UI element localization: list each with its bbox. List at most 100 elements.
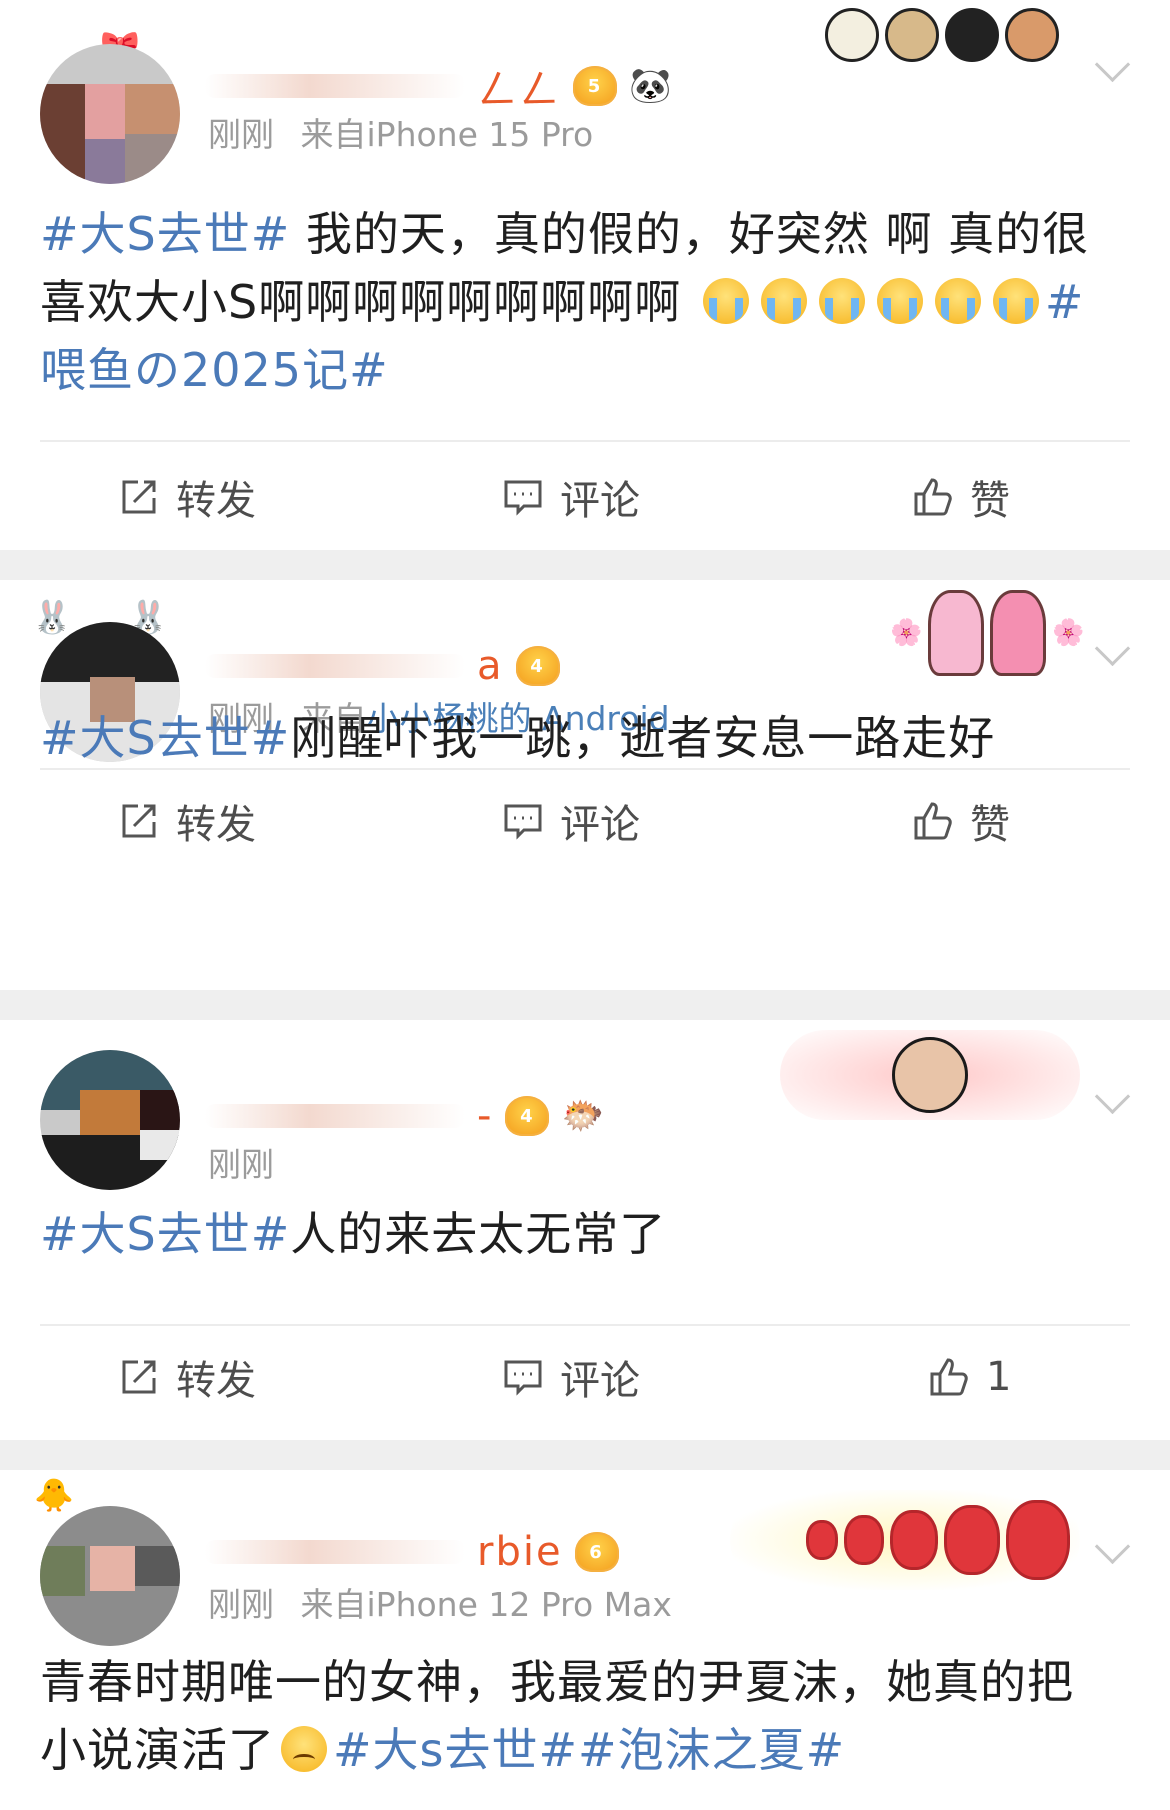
- matryoshka-doll-icon: [944, 1505, 1000, 1575]
- comment-icon: [504, 480, 542, 516]
- crying-emoji-icon: [992, 278, 1039, 324]
- action-bar: 转发 评论 1: [0, 1332, 1170, 1422]
- repost-button[interactable]: 转发: [118, 776, 256, 866]
- like-count: 1: [986, 1354, 1012, 1400]
- repost-button[interactable]: 转发: [118, 1332, 256, 1422]
- post-card: 🎀 ㄥㄥ 5 🐼 刚刚 来自iPhone 15 Pro #大S去世# 我的天，真…: [0, 0, 1170, 550]
- thumbs-up-icon: [930, 1358, 968, 1396]
- chevron-down-icon[interactable]: [1094, 1078, 1131, 1115]
- username-text: -: [477, 1093, 494, 1139]
- repost-button[interactable]: 转发: [118, 452, 256, 542]
- chevron-down-icon[interactable]: [1094, 630, 1131, 667]
- repost-icon: [122, 480, 156, 514]
- repost-icon: [122, 1360, 156, 1394]
- username-redacted: [205, 1540, 465, 1564]
- divider: [40, 1324, 1130, 1326]
- username[interactable]: rbie 6: [205, 1528, 619, 1576]
- username-text: rbie: [477, 1529, 563, 1575]
- post-time: 刚刚: [208, 115, 274, 154]
- like-button[interactable]: 赞: [912, 452, 1010, 542]
- post-meta: 刚刚 来自iPhone 15 Pro: [208, 108, 593, 156]
- action-bar: 转发 评论 赞: [0, 452, 1170, 542]
- hashtag-link[interactable]: #大S去世#: [40, 207, 290, 261]
- chevron-down-icon[interactable]: [1094, 1528, 1131, 1565]
- thumbs-up-icon: [914, 478, 952, 516]
- like-label: 赞: [970, 802, 1010, 848]
- post-via: 来自: [300, 1585, 367, 1624]
- comment-button[interactable]: 评论: [502, 776, 640, 866]
- like-button[interactable]: 赞: [912, 776, 1010, 866]
- divider: [40, 768, 1130, 770]
- decoration-sticker: 🌸 🌸: [890, 590, 1085, 676]
- username[interactable]: a 4: [205, 642, 560, 690]
- username-text: ㄥㄥ: [477, 67, 561, 113]
- thumbs-up-icon: [914, 802, 952, 840]
- username-redacted: [205, 1104, 465, 1128]
- weibo-comment-feed: 🎀 ㄥㄥ 5 🐼 刚刚 来自iPhone 15 Pro #大S去世# 我的天，真…: [0, 0, 1170, 1810]
- comment-button[interactable]: 评论: [502, 452, 640, 542]
- anime-face-icon: [885, 8, 939, 62]
- post-content: #大S去世# 我的天，真的假的，好突然 啊 真的很喜欢大小S啊啊啊啊啊啊啊啊啊 …: [40, 200, 1120, 404]
- post-separator: [0, 1440, 1170, 1470]
- post-time: 刚刚: [208, 1585, 274, 1624]
- username-redacted: [205, 654, 465, 678]
- kimono-girl-icon: [928, 590, 985, 676]
- post-content: #大S去世#人的来去太无常了: [40, 1200, 1120, 1268]
- repost-label: 转发: [176, 1358, 256, 1404]
- post-device: iPhone 15 Pro: [366, 115, 594, 154]
- kimono-girl-icon: [990, 590, 1047, 676]
- anime-face-icon: [1005, 8, 1059, 62]
- crying-emoji-icon: [818, 278, 865, 324]
- matryoshka-doll-icon: [890, 1510, 938, 1570]
- chevron-down-icon[interactable]: [1094, 46, 1131, 83]
- comment-label: 评论: [560, 478, 640, 524]
- comment-label: 评论: [560, 802, 640, 848]
- anime-face-icon: [945, 8, 999, 62]
- post-card: 🐰 🐰 a 4 刚刚 来自小小杨桃的 Android 🌸 🌸 #大S去世#刚醒吓…: [0, 580, 1170, 990]
- crying-emoji-icon: [876, 278, 923, 324]
- action-bar: 转发 评论 赞: [0, 776, 1170, 866]
- repost-label: 转发: [176, 478, 256, 524]
- matryoshka-doll-icon: [806, 1520, 838, 1560]
- avatar[interactable]: [40, 44, 180, 184]
- crying-emoji-icon: [702, 278, 749, 324]
- hashtag-link[interactable]: #大S去世#: [40, 1207, 290, 1261]
- post-card: - 4 🐡 刚刚 #大S去世#人的来去太无常了 转发 评论 1: [0, 1020, 1170, 1420]
- comment-button[interactable]: 评论: [502, 1332, 640, 1422]
- hashtag-link[interactable]: #大s去世##泡沫之夏#: [333, 1723, 845, 1777]
- crying-emoji-icon: [760, 278, 807, 324]
- post-content: 青春时期唯一的女神，我最爱的尹夏沫，她真的把小说演活了 #大s去世##泡沫之夏#: [40, 1648, 1120, 1784]
- repost-icon: [122, 804, 156, 838]
- pufferfish-icon: 🐡: [561, 1096, 606, 1136]
- username[interactable]: - 4 🐡: [205, 1092, 606, 1140]
- hashtag-link[interactable]: #大S去世#: [40, 711, 290, 765]
- post-card: 🐥 rbie 6 刚刚 来自iPhone 12 Pro Max 青春时期唯一的女…: [0, 1470, 1170, 1810]
- avatar[interactable]: [40, 1506, 180, 1646]
- post-separator: [0, 990, 1170, 1020]
- matryoshka-doll-icon: [844, 1515, 884, 1565]
- repost-label: 转发: [176, 802, 256, 848]
- crying-emoji-icon: [934, 278, 981, 324]
- vip-crown-icon: 5: [573, 66, 617, 106]
- flower-icon: 🌸: [1052, 618, 1085, 648]
- avatar[interactable]: [40, 1050, 180, 1190]
- divider: [40, 440, 1130, 442]
- username-redacted: [205, 74, 465, 98]
- post-text: 人的来去太无常了: [290, 1207, 667, 1261]
- anime-face-icon: [825, 8, 879, 62]
- decoration-sticker: [780, 1030, 1080, 1120]
- comment-icon: [504, 804, 542, 840]
- sad-emoji-icon: [281, 1726, 327, 1772]
- post-meta: 刚刚: [208, 1138, 274, 1186]
- post-separator: [0, 550, 1170, 580]
- flower-icon: 🌸: [890, 618, 923, 648]
- username-text: a: [477, 643, 504, 689]
- username[interactable]: ㄥㄥ 5 🐼: [205, 62, 673, 113]
- portrait-icon: [892, 1037, 968, 1113]
- vip-crown-icon: 6: [574, 1532, 619, 1572]
- post-text: 刚醒吓我一跳，逝者安息一路走好: [290, 711, 996, 765]
- post-via: 来自: [300, 115, 367, 154]
- post-meta: 刚刚 来自iPhone 12 Pro Max: [208, 1578, 672, 1626]
- post-content-main: #大S去世#刚醒吓我一跳，逝者安息一路走好: [40, 704, 1120, 772]
- like-button[interactable]: 1: [928, 1332, 1011, 1422]
